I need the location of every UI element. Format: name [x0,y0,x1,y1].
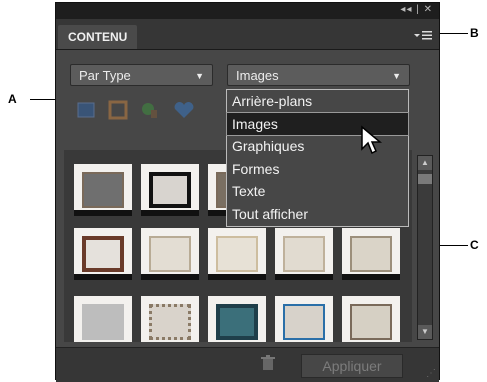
type-dropdown[interactable]: Par Type ▼ [70,64,213,86]
thumbnail[interactable] [275,228,333,280]
menu-item-tout-afficher[interactable]: Tout afficher [227,203,408,226]
category-dropdown-value: Images [236,68,279,83]
thumbnail[interactable] [74,228,132,280]
callout-b-label: B [470,26,479,40]
thumbnail-scrollbar[interactable]: ▲ ▼ [417,155,433,340]
thumbnail[interactable] [342,228,400,280]
apply-button[interactable]: Appliquer [301,354,403,378]
background-icon[interactable] [76,100,96,120]
thumbnail[interactable] [74,296,132,342]
chevron-down-icon: ▼ [392,71,401,81]
resize-grip-icon[interactable]: ⋰ [426,368,436,379]
panel-footer: Appliquer ⋰ [56,347,439,382]
type-dropdown-value: Par Type [79,68,131,83]
thumbnail[interactable] [141,228,199,280]
frame-icon[interactable] [108,100,128,120]
graphic-icon[interactable] [140,100,160,120]
tab-bar: CONTENU [56,19,439,50]
panel-menu-button[interactable] [413,29,433,41]
scroll-thumb[interactable] [418,174,432,184]
menu-item-texte[interactable]: Texte [227,180,408,203]
scroll-down-icon[interactable]: ▼ [418,325,432,339]
heart-shape-icon[interactable] [172,100,194,120]
callout-a-label: A [8,92,17,106]
scroll-up-icon[interactable]: ▲ [418,156,432,170]
panel-header-strip: ◂◂ | ✕ [56,3,439,19]
menu-item-arriere-plans[interactable]: Arrière-plans [227,90,408,113]
callout-c-label: C [470,238,479,252]
thumbnail[interactable] [208,228,266,280]
thumbnail[interactable] [74,164,132,216]
thumbnail[interactable] [141,164,199,216]
thumbnail[interactable] [208,296,266,342]
menu-item-formes[interactable]: Formes [227,158,408,181]
panel-menu-icon [414,31,432,40]
thumbnail[interactable] [275,296,333,342]
category-dropdown[interactable]: Images ▼ [227,64,410,86]
thumbnail[interactable] [141,296,199,342]
mouse-cursor-icon [360,125,384,160]
trash-icon[interactable] [261,355,275,376]
panel-window-controls[interactable]: ◂◂ | ✕ [400,4,433,15]
thumbnail[interactable] [342,296,400,342]
tab-contenu[interactable]: CONTENU [58,25,138,49]
chevron-down-icon: ▼ [195,71,204,81]
